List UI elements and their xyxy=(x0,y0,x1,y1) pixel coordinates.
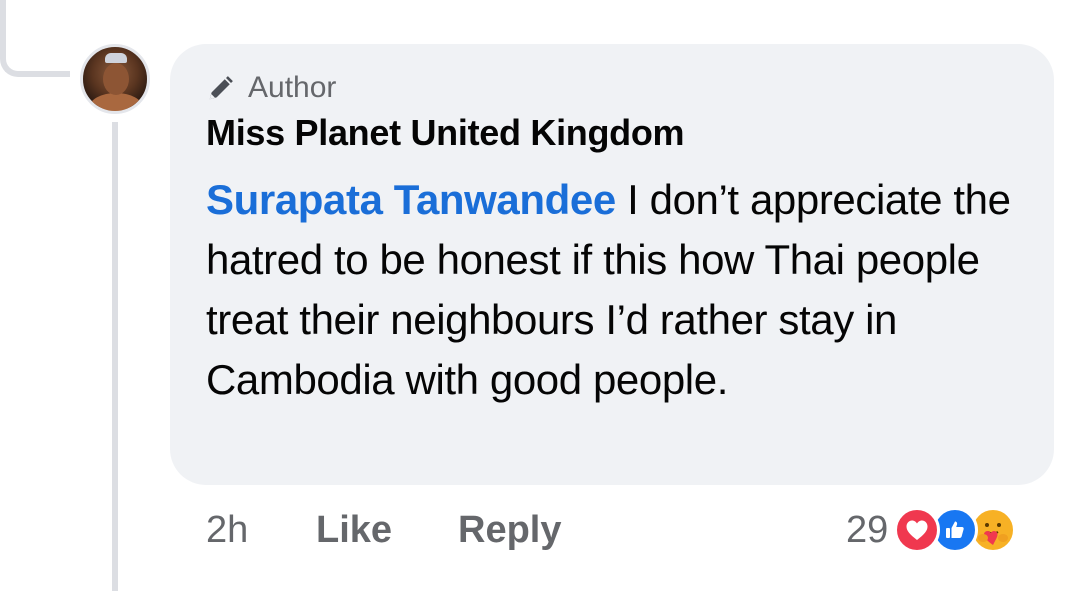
author-badge-label: Author xyxy=(248,71,337,104)
avatar-crown xyxy=(105,53,127,63)
like-button[interactable]: Like xyxy=(316,502,392,558)
avatar-face xyxy=(103,63,129,95)
author-badge: Author xyxy=(206,70,336,106)
reaction-summary[interactable]: 29 xyxy=(846,502,1017,558)
avatar[interactable] xyxy=(80,44,150,114)
avatar-shoulder xyxy=(89,93,143,111)
thread-connector-line xyxy=(0,0,70,77)
love-icon xyxy=(894,507,941,553)
reply-thread-line xyxy=(112,122,118,591)
mention-link[interactable]: Surapata Tanwandee xyxy=(206,176,616,223)
pencil-icon xyxy=(209,76,233,100)
reaction-count: 29 xyxy=(846,508,889,551)
comment-timestamp[interactable]: 2h xyxy=(206,502,248,558)
comment-text: Surapata Tanwandee I don’t appreciate th… xyxy=(206,170,1026,410)
comment-author-name[interactable]: Miss Planet United Kingdom xyxy=(206,112,685,154)
reply-button[interactable]: Reply xyxy=(458,502,561,558)
